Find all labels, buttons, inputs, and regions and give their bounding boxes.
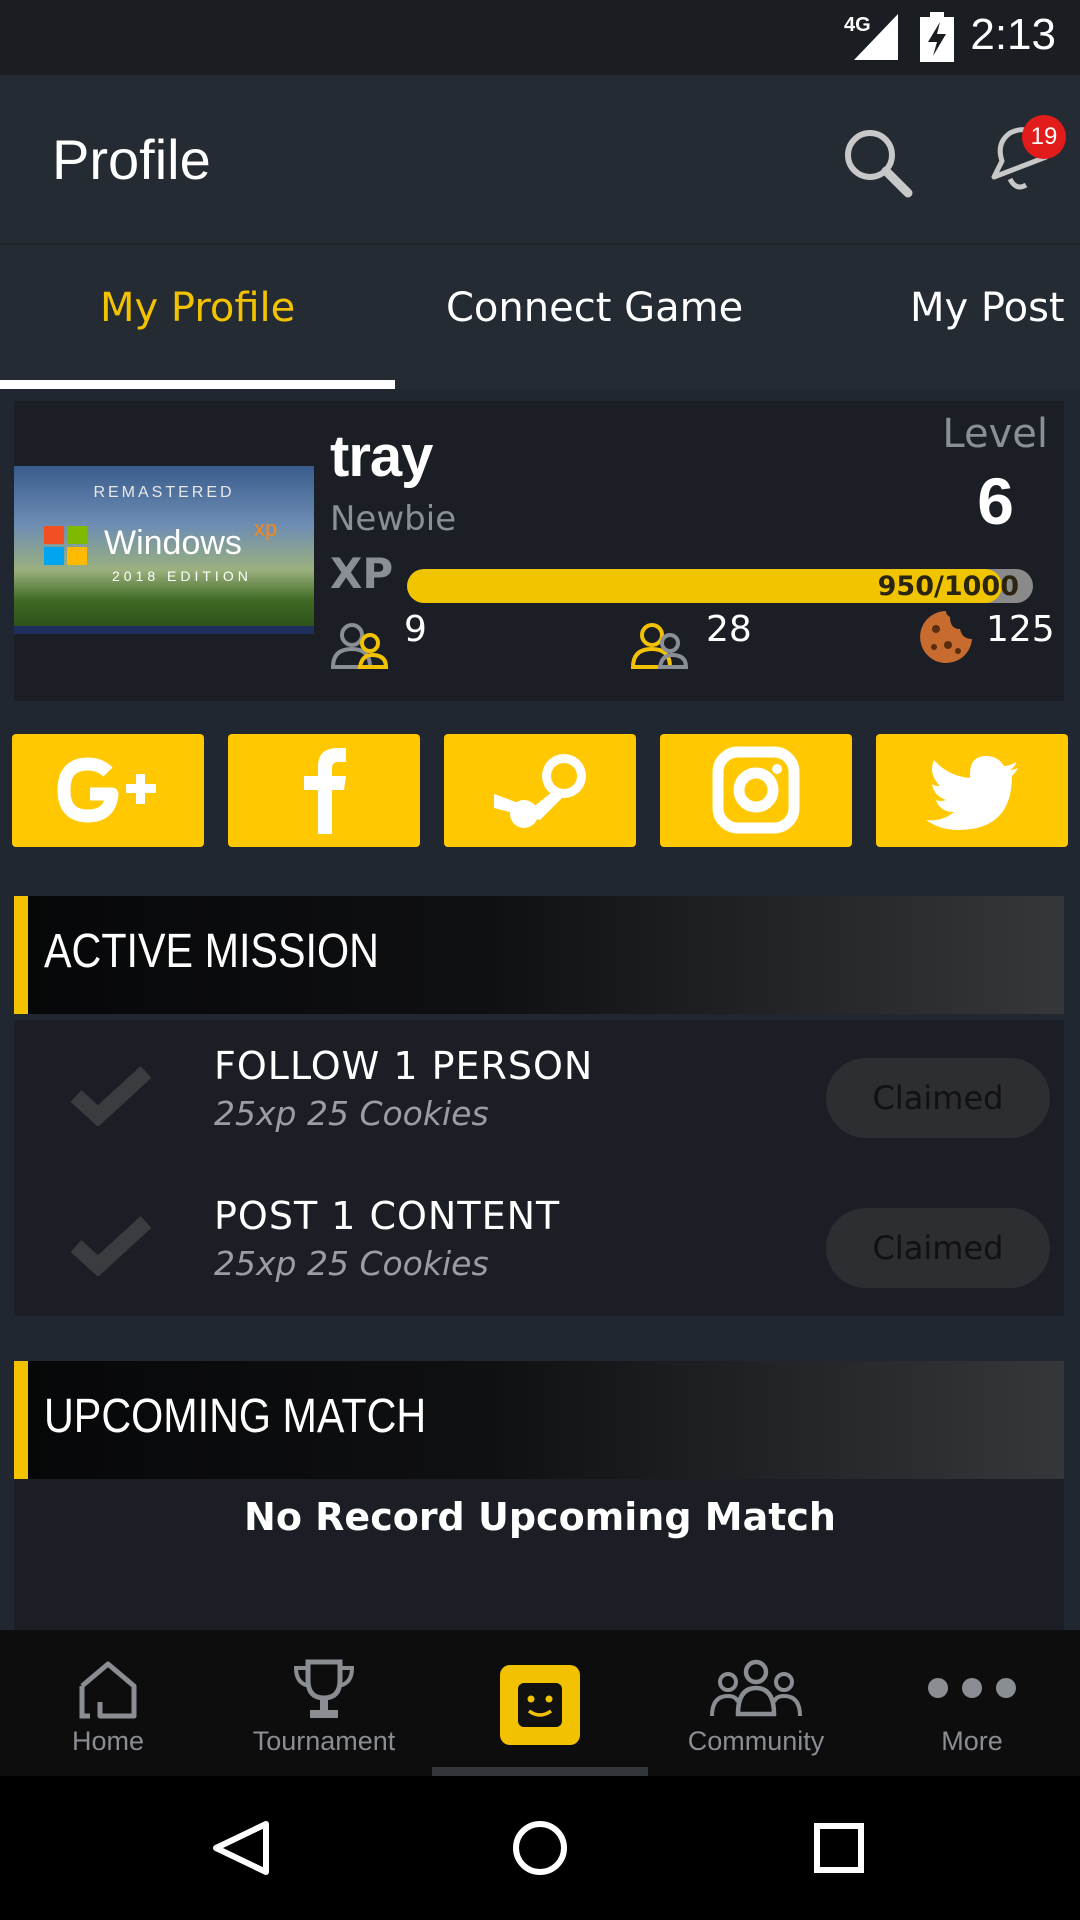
nav-community-label: Community [687, 1726, 825, 1756]
status-bar: 4G 2:13 [0, 0, 1080, 75]
mission-reward: 25xp 25 Cookies [214, 1094, 489, 1133]
steam-icon [494, 754, 586, 828]
home-circle-icon[interactable] [495, 1776, 585, 1920]
signal-icon [854, 14, 898, 60]
check-icon [70, 1216, 152, 1276]
tab-my-post[interactable]: My Post [910, 285, 1065, 331]
cookie-icon [920, 611, 972, 663]
cover-text-edition: 2018 EDITION [112, 568, 252, 584]
following-icon[interactable] [630, 623, 690, 669]
mission-list: FOLLOW 1 PERSON 25xp 25 Cookies Claimed … [14, 1020, 1064, 1316]
level-value: 6 [977, 464, 1014, 538]
section-accent [14, 896, 28, 1014]
followers-count: 9 [404, 609, 427, 650]
user-rank: Newbie [330, 499, 457, 539]
system-navigation-bar [0, 1776, 1080, 1920]
battery-charging-icon [920, 12, 954, 62]
mission-reward: 25xp 25 Cookies [214, 1244, 489, 1283]
notification-badge: 19 [1022, 115, 1066, 159]
cover-image: REMASTERED Windows xp 2018 EDITION [14, 466, 314, 634]
profile-card: REMASTERED Windows xp 2018 EDITION tray … [14, 401, 1064, 701]
level-label: Level [942, 411, 1048, 457]
section-accent [14, 1361, 28, 1479]
cover-text-xp: xp [254, 516, 278, 541]
xp-label: XP [330, 549, 394, 598]
nav-community[interactable]: Community [648, 1630, 864, 1776]
check-icon [70, 1066, 152, 1126]
clock: 2:13 [970, 10, 1056, 59]
nav-more[interactable]: More [864, 1630, 1080, 1776]
more-dots-icon [928, 1678, 1016, 1698]
twitter-button[interactable] [876, 734, 1068, 847]
back-icon[interactable] [196, 1776, 286, 1920]
active-mission-title: ACTIVE MISSION [44, 925, 379, 978]
twitter-icon [926, 756, 1018, 830]
tab-connect-game[interactable]: Connect Game [446, 285, 743, 331]
active-mission-header: ACTIVE MISSION [14, 896, 1064, 1014]
google-plus-icon [57, 757, 156, 823]
followers-icon[interactable] [330, 623, 390, 669]
active-nav-indicator [432, 1767, 648, 1776]
tab-my-profile[interactable]: My Profile [100, 285, 295, 331]
tab-bar: My Profile Connect Game My Post [0, 243, 1080, 389]
nav-tournament-label: Tournament [252, 1726, 396, 1756]
claimed-button[interactable]: Claimed [826, 1058, 1050, 1138]
instagram-icon [712, 746, 800, 834]
mission-title: FOLLOW 1 PERSON [214, 1044, 594, 1088]
upcoming-match-title: UPCOMING MATCH [44, 1390, 427, 1443]
nav-home[interactable]: Home [0, 1630, 216, 1776]
nav-more-label: More [941, 1726, 1003, 1756]
page-title: Profile [52, 128, 211, 191]
nav-tournament[interactable]: Tournament [216, 1630, 432, 1776]
mission-item: POST 1 CONTENT 25xp 25 Cookies Claimed [14, 1170, 1064, 1320]
cookies-count: 125 [986, 609, 1055, 650]
xp-progress-bar: 950/1000 [407, 569, 1033, 603]
search-icon[interactable] [840, 125, 916, 201]
claimed-button[interactable]: Claimed [826, 1208, 1050, 1288]
main-content: REMASTERED Windows xp 2018 EDITION tray … [0, 389, 1080, 1630]
community-icon [710, 1659, 802, 1717]
facebook-button[interactable] [228, 734, 420, 847]
profile-face-icon [500, 1665, 580, 1745]
mission-item: FOLLOW 1 PERSON 25xp 25 Cookies Claimed [14, 1020, 1064, 1170]
nav-home-label: Home [71, 1726, 145, 1756]
no-record-text: No Record Upcoming Match [244, 1495, 836, 1539]
active-tab-indicator [0, 380, 395, 389]
social-links-row [0, 734, 1080, 849]
app-bar: Profile 19 [0, 75, 1080, 243]
cover-text-remastered: REMASTERED [93, 484, 235, 501]
windows-logo-icon [44, 526, 87, 565]
mission-title: POST 1 CONTENT [214, 1194, 561, 1238]
bottom-navigation: Home Tournament Community More [0, 1630, 1080, 1776]
xp-progress-text: 950/1000 [877, 571, 1019, 602]
username: tray [330, 424, 433, 489]
facebook-icon [304, 748, 346, 834]
home-icon [79, 1661, 137, 1719]
upcoming-match-header: UPCOMING MATCH [14, 1361, 1064, 1479]
trophy-icon [293, 1659, 355, 1718]
cover-strip [14, 626, 314, 634]
steam-button[interactable] [444, 734, 636, 847]
nav-profile[interactable] [432, 1630, 648, 1776]
following-count: 28 [706, 609, 752, 650]
cover-text-brand: Windows [104, 524, 242, 562]
face-glyph [518, 1683, 562, 1727]
google-plus-button[interactable] [12, 734, 204, 847]
recents-icon[interactable] [795, 1776, 885, 1920]
instagram-button[interactable] [660, 734, 852, 847]
